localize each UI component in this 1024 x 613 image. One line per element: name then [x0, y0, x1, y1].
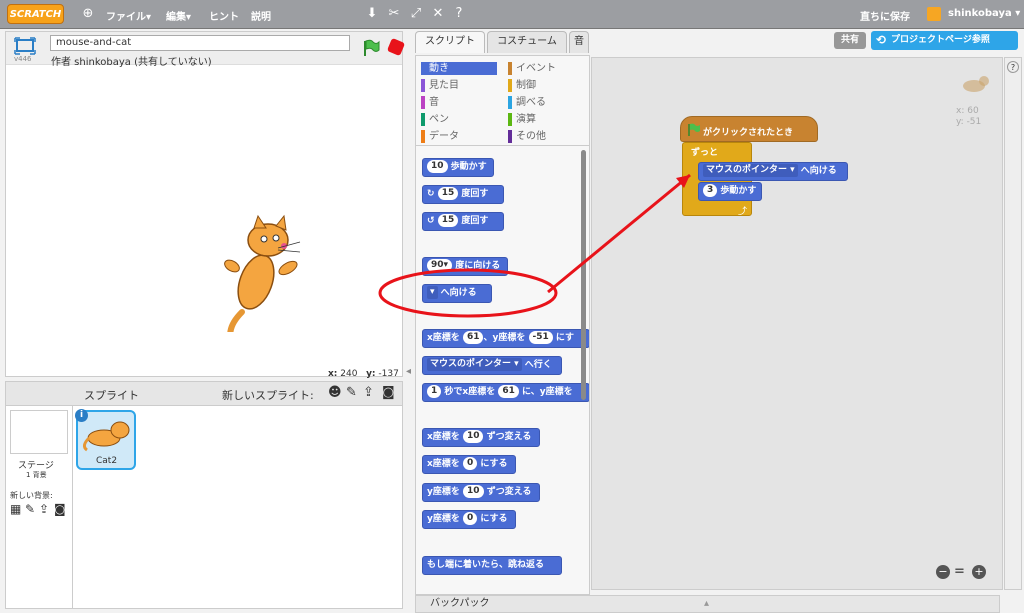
- sprite-name: Cat2: [96, 456, 118, 466]
- sprite-thumbnail-cat2[interactable]: i Cat2: [75, 409, 136, 470]
- sprite-x: x: 60: [956, 106, 979, 116]
- choose-sprite-icon[interactable]: ☻: [328, 385, 342, 400]
- shrink-icon[interactable]: ✕: [430, 6, 446, 22]
- block-turn-right[interactable]: ↻ 15 度回す: [422, 185, 504, 204]
- see-project-page-button[interactable]: ⟲ プロジェクトページ参照: [871, 31, 1018, 50]
- menu-bar: SCRATCH ⊕ ファイル▾ 編集▾ ヒント 説明 ⬇ ✂ ⤢ ✕ ? 直ちに…: [0, 0, 1024, 29]
- category-motion[interactable]: 動き: [421, 62, 497, 75]
- new-sprite-label: 新しいスプライト:: [222, 389, 314, 402]
- green-flag-icon: [688, 123, 700, 136]
- new-backdrop-label: 新しい背景:: [10, 491, 53, 500]
- stage-panel: v446 mouse-and-cat 作者 shinkobaya (共有していな…: [5, 31, 406, 377]
- category-looks[interactable]: 見た目: [421, 79, 497, 92]
- block-categories: 動き イベント 見た目 制御 音 調べる ペン 演算 データ その他: [415, 55, 590, 145]
- user-menu[interactable]: shinkobaya ▾: [948, 8, 1020, 19]
- paint-sprite-icon[interactable]: ✎: [346, 385, 357, 400]
- duplicate-icon[interactable]: ⬇: [364, 6, 380, 22]
- expand-backpack-icon[interactable]: ▴: [704, 596, 709, 612]
- script-area[interactable]: がクリックされたとき ずっと ⤴ マウスのポインター ▾ へ向ける 3 歩動かす…: [591, 57, 1003, 590]
- camera-backdrop-icon[interactable]: ◙: [54, 502, 66, 516]
- about-menu[interactable]: 説明: [251, 8, 271, 23]
- stage-header: v446 mouse-and-cat 作者 shinkobaya (共有していな…: [6, 32, 406, 68]
- stage-coordinates: x: 240 y: -137: [328, 369, 399, 379]
- edit-menu[interactable]: 編集▾: [166, 8, 191, 23]
- zoom-reset-button[interactable]: =: [954, 564, 965, 579]
- choose-backdrop-icon[interactable]: ▦: [10, 502, 21, 516]
- help-icon[interactable]: ?: [1007, 61, 1019, 73]
- backpack-bar[interactable]: バックパック ▴: [415, 595, 1000, 613]
- editor-tabs: スクリプト コスチューム 音: [415, 31, 590, 55]
- category-more-blocks[interactable]: その他: [508, 130, 584, 143]
- block-point-towards[interactable]: ▾ へ向ける: [422, 284, 492, 303]
- zoom-out-button[interactable]: −: [936, 565, 950, 579]
- camera-sprite-icon[interactable]: ◙: [382, 385, 395, 400]
- version-label: v446: [14, 55, 32, 63]
- current-sprite-icon: [963, 76, 989, 92]
- block-turn-left[interactable]: ↺ 15 度回す: [422, 212, 504, 231]
- block-point-in-direction[interactable]: 90▾ 度に向ける: [422, 257, 508, 276]
- zoom-in-button[interactable]: +: [972, 565, 986, 579]
- stop-button[interactable]: [386, 37, 406, 57]
- hint-menu[interactable]: ヒント: [209, 8, 239, 23]
- category-sound[interactable]: 音: [421, 96, 497, 109]
- palette-scrollbar[interactable]: [581, 150, 586, 400]
- file-menu[interactable]: ファイル▾: [106, 8, 151, 23]
- script-block-move[interactable]: 3 歩動かす: [698, 182, 762, 201]
- sprites-pane: スプライト 新しいスプライト: ☻ ✎ ⇪ ◙ ステージ 1 背景 新しい背景:…: [5, 381, 403, 609]
- blocks-palette: 10 歩動かす ↻ 15 度回す ↺ 15 度回す 90▾ 度に向ける ▾ へ向…: [415, 145, 590, 595]
- block-set-x[interactable]: x座標を 0 にする: [422, 455, 516, 474]
- scratch-logo[interactable]: SCRATCH: [7, 4, 64, 24]
- block-bounce[interactable]: もし端に着いたら、跳ね返る: [422, 556, 562, 575]
- category-operators[interactable]: 演算: [508, 113, 584, 126]
- category-events[interactable]: イベント: [508, 62, 584, 75]
- script-scrollbar[interactable]: ?: [1004, 57, 1022, 590]
- grow-icon[interactable]: ⤢: [408, 6, 424, 22]
- green-flag-icon[interactable]: [362, 39, 380, 57]
- collapse-stage-icon[interactable]: ◂: [406, 366, 411, 377]
- user-avatar-icon: [927, 7, 941, 21]
- save-now-button[interactable]: 直ちに保存: [860, 8, 910, 23]
- help-icon[interactable]: ?: [451, 6, 467, 22]
- upload-backdrop-icon[interactable]: ⇪: [39, 502, 49, 516]
- category-sensing[interactable]: 調べる: [508, 96, 584, 109]
- block-go-to-xy[interactable]: x座標を 61 、y座標を -51 にす: [422, 329, 589, 348]
- hat-block-green-flag[interactable]: がクリックされたとき: [680, 116, 818, 142]
- presentation-mode-icon[interactable]: [14, 37, 36, 55]
- tab-scripts[interactable]: スクリプト: [415, 31, 485, 53]
- block-change-x[interactable]: x座標を 10 ずつ変える: [422, 428, 540, 447]
- cat2-thumbnail-icon: [82, 421, 130, 452]
- cat-sprite-on-stage[interactable]: [218, 212, 308, 332]
- cut-icon[interactable]: ✂: [386, 6, 402, 22]
- project-name-input[interactable]: mouse-and-cat: [50, 35, 350, 51]
- category-data[interactable]: データ: [421, 130, 497, 143]
- author-label: 作者 shinkobaya (共有していない): [51, 57, 212, 68]
- block-set-y[interactable]: y座標を 0 にする: [422, 510, 516, 529]
- sprite-y: y: -51: [956, 117, 982, 127]
- block-go-to-pointer[interactable]: マウスのポインター ▾ へ行く: [422, 356, 562, 375]
- tab-sounds[interactable]: 音: [569, 31, 589, 53]
- stage-backdrop-count: 1 背景: [26, 471, 47, 479]
- paint-backdrop-icon[interactable]: ✎: [25, 502, 35, 516]
- share-button[interactable]: 共有: [834, 32, 866, 49]
- sprites-title: スプライト: [84, 389, 139, 402]
- block-change-y[interactable]: y座標を 10 ずつ変える: [422, 483, 540, 502]
- block-move[interactable]: 10 歩動かす: [422, 158, 494, 177]
- loop-arrow-icon: ⤴: [738, 207, 748, 217]
- divider: [72, 406, 73, 608]
- tab-costumes[interactable]: コスチューム: [487, 31, 567, 53]
- category-pen[interactable]: ペン: [421, 113, 497, 126]
- sprites-header: スプライト 新しいスプライト: ☻ ✎ ⇪ ◙: [6, 382, 402, 406]
- upload-sprite-icon[interactable]: ⇪: [363, 385, 374, 400]
- stage-thumbnail[interactable]: [10, 410, 68, 454]
- block-glide[interactable]: 1 秒でx座標を 61 に、y座標を: [422, 383, 589, 402]
- script-block-point-towards[interactable]: マウスのポインター ▾ へ向ける: [698, 162, 848, 181]
- globe-icon[interactable]: ⊕: [80, 6, 96, 22]
- category-control[interactable]: 制御: [508, 79, 584, 92]
